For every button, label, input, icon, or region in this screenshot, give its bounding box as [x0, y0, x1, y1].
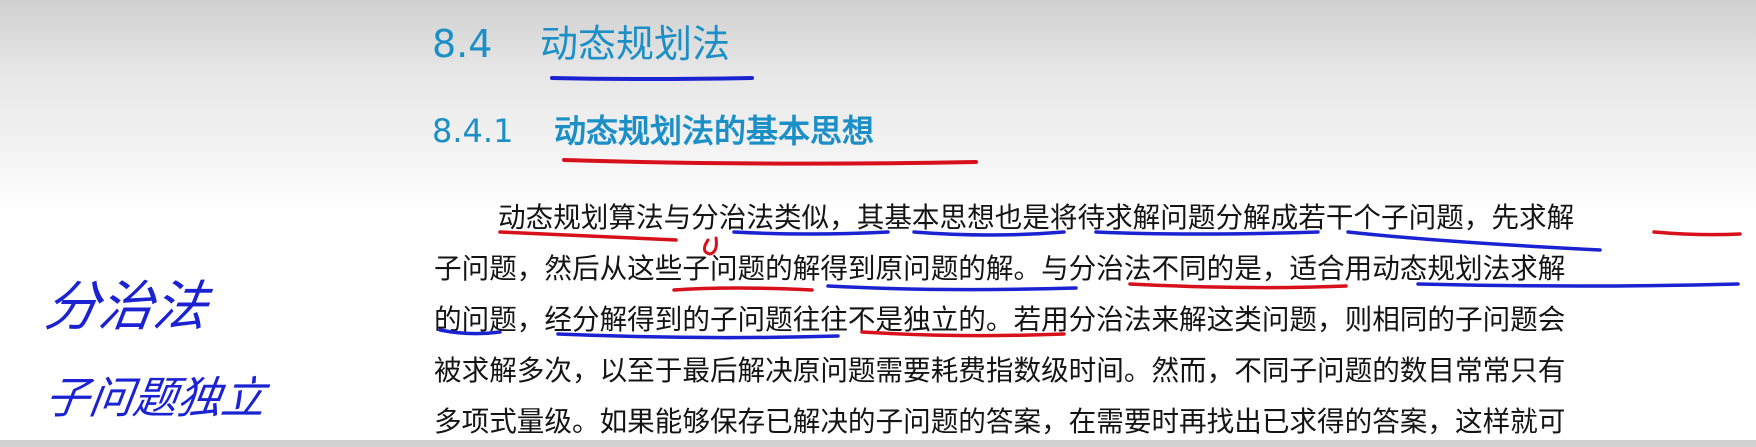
body-paragraph: 动态规划算法与分治法类似，其基本思想也是将待求解问题分解成若干个子问题，先求解 …: [434, 192, 1734, 447]
section-heading: 8.4 动态规划法: [432, 16, 730, 72]
paragraph-line-4: 被求解多次，以至于最后解决原问题需要耗费指数级时间。然而，不同子问题的数目常常只…: [434, 354, 1566, 387]
section-title: 动态规划法: [540, 22, 731, 66]
paragraph-line-2: 子问题，然后从这些子问题的解得到原问题的解。与分治法不同的是，适合用动态规划法求…: [434, 252, 1566, 285]
paragraph-line-3: 的问题，经分解得到的子问题往往不是独立的。若用分治法来解这类问题，则相同的子问题…: [434, 303, 1566, 336]
subsection-number: 8.4.1: [432, 112, 514, 150]
paragraph-line-5: 多项式量级。如果能够保存已解决的子问题的答案，在需要时再找出已求得的答案，这样就…: [434, 405, 1566, 438]
underline-subsection-title: [562, 158, 978, 166]
subsection-heading: 8.4.1 动态规划法的基本思想: [432, 106, 874, 156]
underline-section-title: [550, 76, 754, 81]
handwritten-note-subproblem-independent: 子问题独立: [41, 373, 269, 424]
subsection-title: 动态规划法的基本思想: [554, 112, 875, 150]
paragraph-line-1: 动态规划算法与分治法类似，其基本思想也是将待求解问题分解成若干个子问题，先求解: [498, 201, 1575, 234]
section-number: 8.4: [432, 22, 493, 66]
handwritten-note-divide-conquer: 分治法: [40, 275, 212, 338]
